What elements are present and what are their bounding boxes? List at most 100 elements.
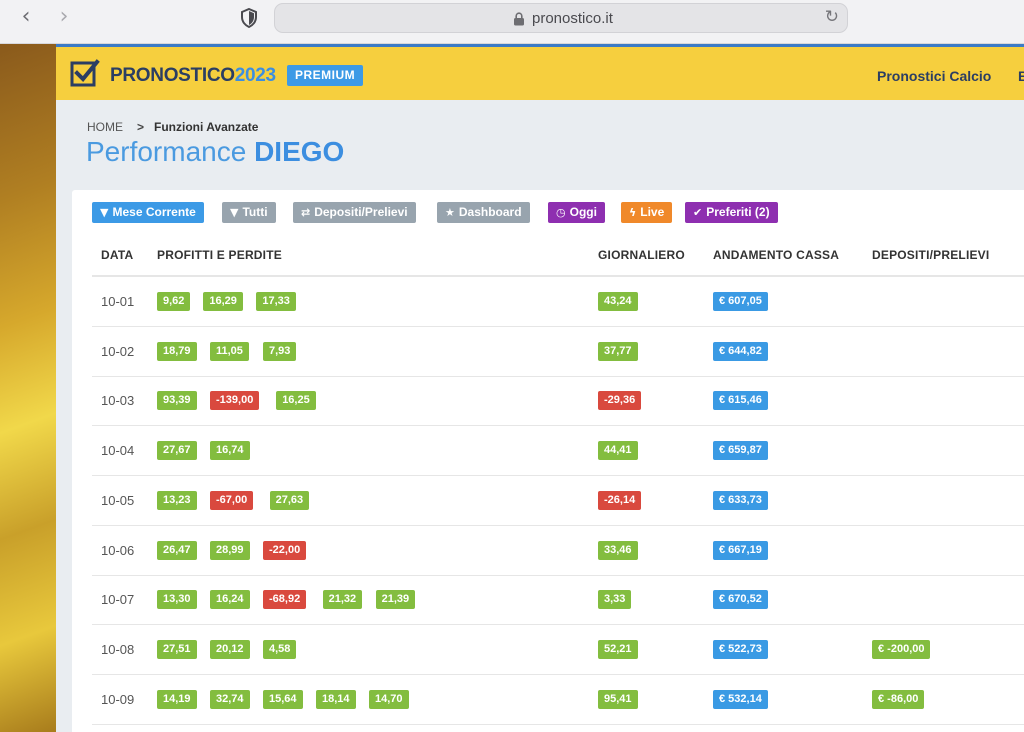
filter-icon: ▼ <box>100 206 109 219</box>
breadcrumb-separator: > <box>137 120 145 134</box>
breadcrumb-home[interactable]: HOME <box>87 120 123 134</box>
deposit-withdrawal-badge: € -86,00 <box>872 689 925 709</box>
daily-total-badge: -29,36 <box>598 391 642 411</box>
row-date: 10-07 <box>101 592 135 608</box>
check-icon: ✔ <box>693 206 703 219</box>
daily-total-badge: 52,21 <box>598 639 638 659</box>
row-date: 10-02 <box>101 343 135 359</box>
deposit-withdrawal-badge: € -200,00 <box>872 639 931 659</box>
daily-total-badge: 95,41 <box>598 689 638 709</box>
site-header: PRONOSTICO2023 PREMIUM Pronostici Calcio… <box>56 44 1024 100</box>
table-header: DATA PROFITTI E PERDITE GIORNALIERO ANDA… <box>92 245 1024 277</box>
column-header-cassa[interactable]: ANDAMENTO CASSA <box>713 248 839 262</box>
browser-toolbar: ‹ › pronostico.it ↻ <box>0 0 1024 44</box>
table-row: 10-07 13,30 16,24 -68,92 21,32 21,39 3,33 € 670… <box>92 575 1024 626</box>
row-date: 10-08 <box>101 641 135 657</box>
profit-loss-badge: 18,79 <box>157 341 197 361</box>
daily-total-badge: 33,46 <box>598 540 638 560</box>
daily-total-badge: 37,77 <box>598 341 638 361</box>
cash-balance-badge: € 670,52 <box>713 590 768 610</box>
filter-live-button[interactable]: ϟ Live <box>621 202 673 223</box>
clock-icon: ◷ <box>556 206 566 219</box>
profit-loss-badge: 21,32 <box>322 590 363 610</box>
column-header-depositi[interactable]: DEPOSITI/PRELIEVI <box>872 248 989 262</box>
profit-loss-badge: 9,62 <box>157 292 191 311</box>
table-row: 10-01 9,62 16,29 17,33 43,24 € 607,05 <box>92 277 1024 327</box>
performance-panel: ▼ Mese Corrente ▼ Tutti ⇄ Depositi/Prelievi ★ D… <box>72 190 1024 732</box>
profit-loss-badge: 27,67 <box>157 441 197 461</box>
cash-balance-badge: € 659,87 <box>713 441 768 461</box>
checkbox-logo-icon[interactable] <box>70 59 100 89</box>
profit-loss-badge: 21,39 <box>375 590 416 610</box>
filter-oggi-button[interactable]: ◷ Oggi <box>548 202 605 223</box>
site-logo[interactable]: PRONOSTICO2023 <box>110 65 276 87</box>
filter-dashboard-button[interactable]: ★ Dashboard <box>437 202 530 223</box>
profit-loss-badge: 28,99 <box>210 540 250 560</box>
filter-icon: ▼ <box>230 206 239 219</box>
table-row: 10-04 27,67 16,74 44,41 € 659,87 <box>92 426 1024 477</box>
background-image <box>0 44 56 732</box>
profit-loss-badge: 18,14 <box>316 689 356 709</box>
premium-badge: PREMIUM <box>287 65 364 86</box>
row-date: 10-03 <box>101 393 135 409</box>
daily-total-badge: -26,14 <box>598 490 642 510</box>
filter-preferiti-button[interactable]: ✔ Preferiti (2) <box>685 202 778 223</box>
filter-mese-corrente-button[interactable]: ▼ Mese Corrente <box>92 202 204 223</box>
filter-tutti-button[interactable]: ▼ Tutti <box>222 202 276 223</box>
column-header-data[interactable]: DATA <box>101 248 133 262</box>
nav-item-next[interactable]: B <box>1018 68 1024 84</box>
cash-balance-badge: € 667,19 <box>713 540 768 560</box>
profit-loss-badge: 14,19 <box>157 689 197 709</box>
profit-loss-badge: 14,70 <box>369 689 409 709</box>
profit-loss-badge: 93,39 <box>157 391 197 411</box>
profit-loss-badge: 16,29 <box>203 292 243 311</box>
table-row: 10-09 14,19 32,74 15,64 18,14 14,70 95,41 € 532… <box>92 675 1024 725</box>
table-row: 10-06 26,47 28,99 -22,00 33,46 € 667,19 <box>92 526 1024 576</box>
profit-loss-badge: -68,92 <box>263 590 307 610</box>
cash-balance-badge: € 633,73 <box>713 490 768 510</box>
profit-loss-badge: 27,63 <box>269 490 310 510</box>
profit-loss-badge: 4,58 <box>263 639 297 659</box>
star-icon: ★ <box>445 206 455 219</box>
filter-label: Preferiti (2) <box>706 205 770 219</box>
profit-loss-badge: 16,24 <box>210 590 250 610</box>
column-header-profitti[interactable]: PROFITTI E PERDITE <box>157 248 282 262</box>
profit-loss-badge: 17,33 <box>256 292 296 311</box>
profit-loss-badge: 26,47 <box>157 540 197 560</box>
cash-balance-badge: € 644,82 <box>713 341 768 361</box>
filter-label: Depositi/Prelievi <box>314 205 408 219</box>
profit-loss-badge: 7,93 <box>263 341 297 361</box>
cash-balance-badge: € 522,73 <box>713 639 768 659</box>
reload-icon[interactable]: ↻ <box>825 7 839 27</box>
filter-depositi-prelievi-button[interactable]: ⇄ Depositi/Prelievi <box>293 202 416 223</box>
profit-loss-badge: 16,25 <box>276 391 316 411</box>
profit-loss-badge: -67,00 <box>210 490 254 510</box>
page-title: Performance DIEGO <box>86 136 344 168</box>
bolt-icon: ϟ <box>629 206 637 219</box>
profit-loss-badge: -139,00 <box>210 391 260 411</box>
daily-total-badge: 44,41 <box>598 441 638 461</box>
shield-icon[interactable] <box>240 8 258 28</box>
url-text: pronostico.it <box>532 10 613 27</box>
profit-loss-badge: 27,51 <box>157 639 197 659</box>
address-bar[interactable]: pronostico.it ↻ <box>274 3 848 33</box>
table-row: 10-05 13,23 -67,00 27,63 -26,14 € 633,73 <box>92 476 1024 526</box>
page-title-name: DIEGO <box>254 136 345 167</box>
back-icon[interactable]: ‹ <box>14 6 38 30</box>
cash-balance-badge: € 607,05 <box>713 292 768 311</box>
forward-icon[interactable]: › <box>52 6 76 30</box>
website: PRONOSTICO2023 PREMIUM Pronostici Calcio… <box>56 44 1024 732</box>
filter-label: Tutti <box>242 205 268 219</box>
row-date: 10-05 <box>101 492 135 508</box>
profit-loss-badge: -22,00 <box>263 540 307 560</box>
profit-loss-badge: 11,05 <box>210 341 249 361</box>
profit-loss-badge: 16,74 <box>210 441 250 461</box>
filter-label: Mese Corrente <box>112 205 196 219</box>
breadcrumb: HOME > Funzioni Avanzate <box>87 120 258 134</box>
profit-loss-badge: 13,23 <box>157 490 197 510</box>
row-date: 10-01 <box>101 294 135 309</box>
nav-pronostici-calcio[interactable]: Pronostici Calcio <box>877 68 991 84</box>
column-header-giornaliero[interactable]: GIORNALIERO <box>598 248 685 262</box>
lock-icon <box>514 12 524 26</box>
logo-main-text: PRONOSTICO <box>110 65 235 86</box>
